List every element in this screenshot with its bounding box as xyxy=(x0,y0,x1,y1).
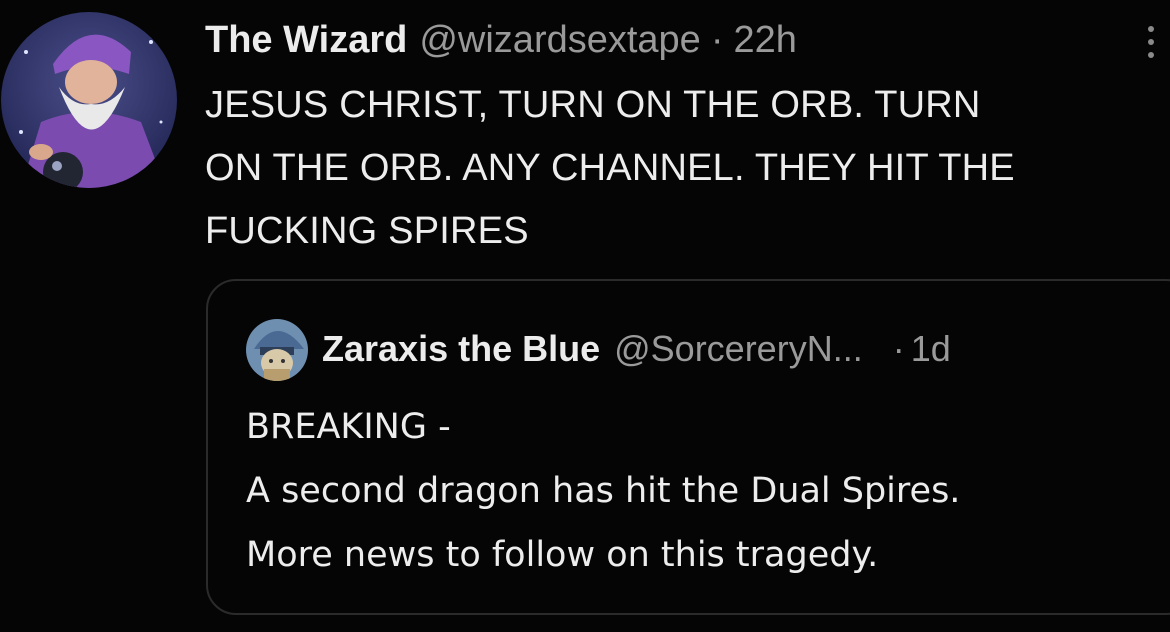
more-vertical-icon[interactable] xyxy=(1144,26,1158,70)
quoted-avatar[interactable] xyxy=(246,319,308,381)
tweet-header: The Wizard @wizardsextape · 22h xyxy=(205,14,797,66)
wizard-avatar-image xyxy=(1,12,177,188)
timestamp[interactable]: 22h xyxy=(733,14,796,66)
quoted-separator-dot: · xyxy=(892,328,905,369)
quoted-avatar-image xyxy=(246,319,308,381)
quoted-tweet-header: Zaraxis the Blue @SorcereryN... · 1d xyxy=(322,323,951,375)
quoted-timestamp[interactable]: 1d xyxy=(911,323,951,375)
display-name[interactable]: The Wizard xyxy=(205,14,407,66)
quoted-tweet[interactable]: Zaraxis the Blue @SorcereryN... · 1d BRE… xyxy=(206,279,1170,615)
quoted-tweet-text: BREAKING - A second dragon has hit the D… xyxy=(246,407,961,575)
tweet-text: JESUS CHRIST, TURN ON THE ORB. TURN ON T… xyxy=(205,84,1015,252)
tweet[interactable]: The Wizard @wizardsextape · 22h JESUS CH… xyxy=(0,0,1170,632)
quoted-display-name[interactable]: Zaraxis the Blue xyxy=(322,323,600,375)
user-handle[interactable]: @wizardsextape xyxy=(419,14,700,66)
avatar[interactable] xyxy=(1,12,177,188)
quoted-user-handle[interactable]: @SorcereryN... xyxy=(614,323,863,375)
separator-dot: · xyxy=(710,19,724,61)
